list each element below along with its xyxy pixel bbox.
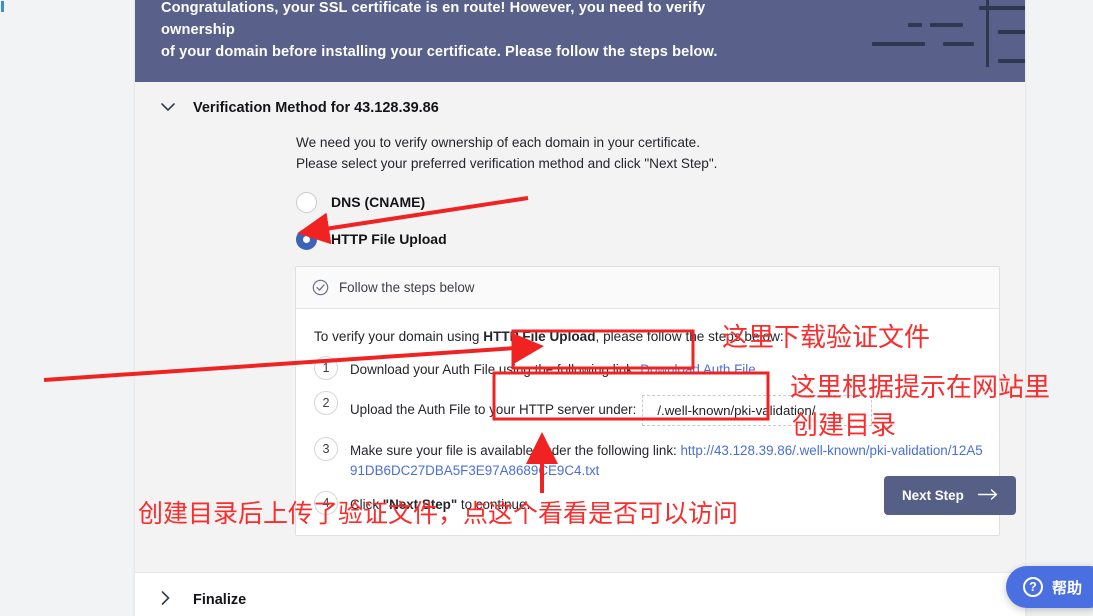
banner-text: Congratulations, your SSL certificate is… — [161, 0, 781, 64]
option-http-file-upload-label: HTTP File Upload — [331, 231, 447, 248]
next-step-button[interactable]: Next Step — [884, 476, 1016, 515]
option-dns-cname[interactable]: DNS (CNAME) — [296, 191, 1025, 213]
verification-section-header[interactable]: Verification Method for 43.128.39.86 — [135, 82, 1025, 116]
question-mark-icon: ? — [1023, 577, 1043, 597]
radio-dns-cname[interactable] — [296, 191, 317, 213]
banner-line-2: of your domain before installing your ce… — [161, 43, 718, 60]
banner-line-1: Congratulations, your SSL certificate is… — [161, 0, 706, 38]
verification-intro-line-1: We need you to verify ownership of each … — [296, 134, 700, 150]
step-1-number: 1 — [314, 355, 338, 380]
chevron-right-icon[interactable] — [161, 591, 175, 609]
verification-intro-line-2: Please select your preferred verificatio… — [296, 155, 718, 171]
steps-panel-header-label: Follow the steps below — [339, 279, 475, 295]
help-button-label: 帮助 — [1052, 578, 1083, 597]
page-background-right — [1025, 0, 1093, 616]
option-dns-cname-label: DNS (CNAME) — [331, 194, 426, 211]
annotation-label-1: 这里下载验证文件 — [722, 323, 931, 353]
next-step-button-label: Next Step — [902, 488, 964, 503]
verification-section-title: Verification Method for 43.128.39.86 — [193, 99, 439, 116]
arrow-right-icon — [977, 488, 998, 503]
option-http-file-upload[interactable]: HTTP File Upload — [296, 228, 1025, 250]
download-auth-file-link[interactable]: Download Auth File — [640, 362, 755, 377]
step-1-description: Download your Auth File using the follow… — [350, 361, 641, 377]
chevron-down-icon[interactable] — [161, 100, 175, 115]
verification-method-options: DNS (CNAME) HTTP File Upload — [135, 174, 1025, 250]
annotation-label-4: 创建目录后上传了验证文件，点这个看看是否可以访问 — [138, 499, 739, 528]
finalize-label: Finalize — [193, 591, 247, 608]
steps-lead-pre: To verify your domain using — [314, 328, 484, 344]
radio-http-file-upload[interactable] — [296, 228, 317, 250]
step-3-description: Make sure your file is available under t… — [350, 443, 681, 459]
annotation-label-2: 这里根据提示在网站里 — [790, 373, 1051, 403]
step-3: 3 Make sure your file is available under… — [314, 437, 983, 480]
annotation-label-3: 创建目录 — [792, 411, 897, 441]
step-3-number: 3 — [314, 437, 338, 462]
congratulations-banner: Congratulations, your SSL certificate is… — [135, 0, 1025, 82]
check-circle-icon — [312, 279, 329, 296]
screenshot-root: Congratulations, your SSL certificate is… — [0, 0, 1093, 616]
page-background-left — [0, 0, 135, 616]
page-edge-artifact — [1, 1, 4, 12]
steps-lead-bold: HTTP File Upload — [483, 328, 596, 344]
verification-intro: We need you to verify ownership of each … — [135, 116, 1025, 174]
banner-decoration-icon — [860, 0, 1025, 82]
help-button[interactable]: ? 帮助 — [1006, 566, 1093, 608]
finalize-section-header[interactable]: Finalize — [135, 571, 1025, 616]
step-2-description: Upload the Auth File to your HTTP server… — [350, 401, 637, 417]
step-3-text: Make sure your file is available under t… — [350, 439, 983, 480]
step-1-text: Download your Auth File using the follow… — [350, 358, 756, 379]
step-2-number: 2 — [314, 390, 338, 415]
steps-panel-header: Follow the steps below — [296, 266, 999, 309]
